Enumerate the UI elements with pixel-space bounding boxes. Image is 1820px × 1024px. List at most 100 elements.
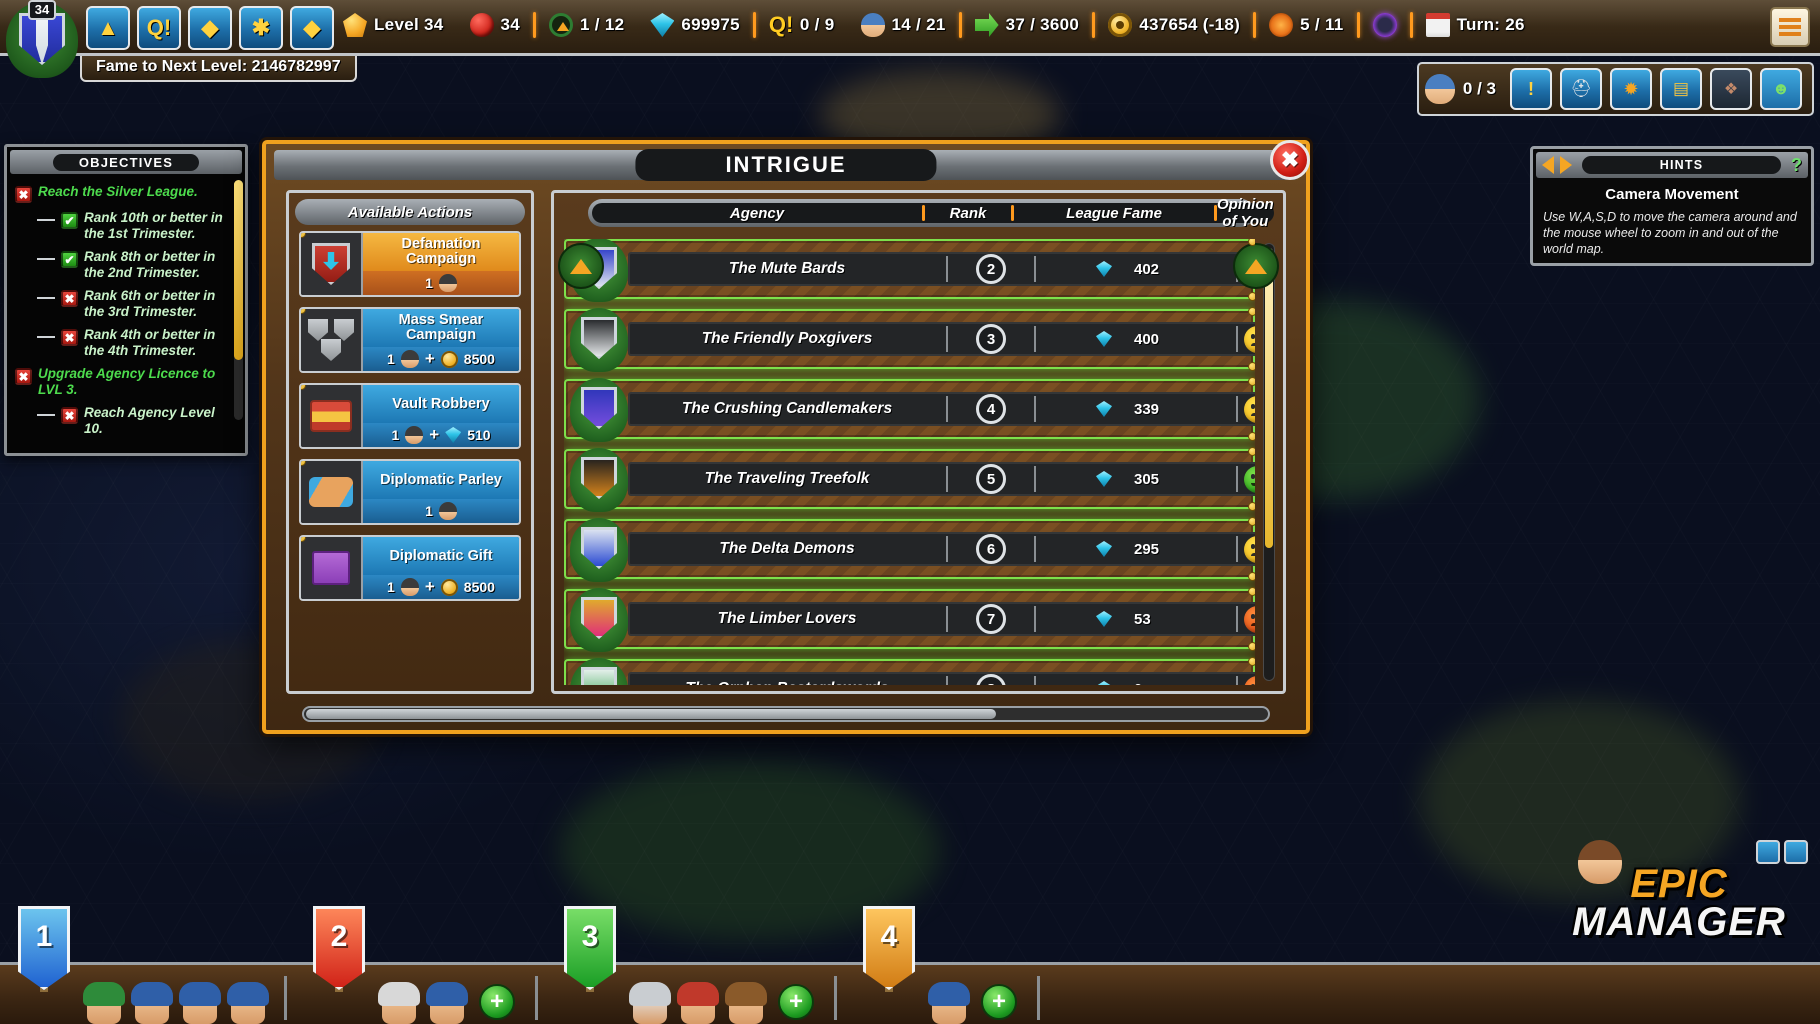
calendar-icon <box>1425 13 1450 37</box>
agent-icon <box>400 578 419 596</box>
table-row[interactable]: The Limber Lovers 7 53 Unfriendly <box>564 587 1255 652</box>
objectives-header: OBJECTIVES <box>10 150 242 174</box>
hints-header: HINTS ? <box>1536 152 1808 178</box>
inventory-button[interactable]: ◆ <box>290 6 334 50</box>
hero-icon <box>860 13 885 37</box>
hero-portrait-button[interactable]: ☻ <box>1760 68 1802 110</box>
roster-button[interactable]: ❖ <box>1710 68 1752 110</box>
party-banner[interactable]: 1 <box>14 898 74 992</box>
objective-complete-icon: ✔ <box>61 251 78 268</box>
action-icon <box>301 461 363 523</box>
menu-icon <box>1779 18 1801 36</box>
dialog-scrollbar-thumb[interactable] <box>306 709 996 719</box>
stat-gold[interactable]: 437654 (-18) <box>1095 7 1253 43</box>
table-row[interactable]: The Mute Bards2402Neutral <box>564 239 1255 302</box>
sort-right-laurel-icon[interactable] <box>1233 243 1279 289</box>
laurel-rank-button[interactable]: ▲ <box>86 6 130 50</box>
button-glyph: ✱ <box>251 15 271 40</box>
stat-label: Level 34 <box>374 15 444 34</box>
cell-rank: 2 <box>948 254 1034 284</box>
action-card[interactable]: Defamation Campaign 1 <box>299 231 521 297</box>
dialog-title: INTRIGUE <box>635 149 937 181</box>
cell-rank: 7 <box>948 604 1034 634</box>
game-logo: EPIC MANAGER <box>1554 840 1808 964</box>
stat-energy[interactable]: 5 / 11 <box>1256 7 1356 43</box>
stat-gem[interactable]: 699975 <box>637 7 753 43</box>
column-header-league-fame[interactable]: League Fame <box>1014 205 1214 222</box>
stat-hero[interactable]: 14 / 21 <box>848 7 959 43</box>
add-skill-button[interactable]: ✹ <box>1610 68 1652 110</box>
member-wide-hat[interactable] <box>424 978 470 1024</box>
cell-league-fame: 295 <box>1036 541 1236 558</box>
member-blue-cap[interactable] <box>225 978 271 1024</box>
action-card[interactable]: Diplomatic Gift 1 +8500 <box>299 535 521 601</box>
recruits-button[interactable]: ◆ <box>188 6 232 50</box>
hint-prev-icon[interactable] <box>1542 156 1554 174</box>
table-row[interactable]: The Friendly Poxgivers 3 400 Neutral <box>564 307 1255 372</box>
banner-button[interactable]: ✱ <box>239 6 283 50</box>
member-red-bandana[interactable] <box>675 978 721 1024</box>
member-blue-hood-2[interactable] <box>926 978 972 1024</box>
member-hat <box>725 982 767 1006</box>
action-card[interactable]: Mass Smear Campaign 1 +8500 <box>299 307 521 373</box>
cell-opinion: Neutral <box>1238 325 1255 353</box>
table-row[interactable]: The Orphan Bastardswords 8 0 Unfriendly <box>564 657 1255 685</box>
handshake-icon <box>309 477 353 507</box>
stat-quest[interactable]: Q! 0 / 9 <box>756 7 848 43</box>
action-agent-count: 1 <box>391 427 400 443</box>
plus-icon: + <box>429 425 440 444</box>
stat-guild-quest[interactable]: 37 / 3600 <box>962 7 1093 43</box>
help-question-icon[interactable]: ? <box>1791 155 1802 176</box>
stat-laurel[interactable]: 1 / 12 <box>536 7 637 43</box>
party-banner[interactable]: 4 <box>859 898 919 992</box>
member-silver-helm[interactable] <box>627 978 673 1024</box>
agency-crest-icon <box>570 588 628 652</box>
add-member-button[interactable]: + <box>479 984 515 1020</box>
cell-league-fame: 0 <box>1036 681 1236 685</box>
objectives-scrollbar-thumb[interactable] <box>234 180 243 360</box>
action-cost: 1 <box>363 499 519 523</box>
sort-left-laurel-icon[interactable] <box>558 243 604 289</box>
party-banner[interactable]: 3 <box>560 898 620 992</box>
add-equipment-button[interactable]: ⛑ <box>1560 68 1602 110</box>
add-member-button[interactable]: + <box>778 984 814 1020</box>
stat-prestige[interactable] <box>1360 7 1410 43</box>
action-cost-amount: 8500 <box>463 351 495 367</box>
action-card[interactable]: Diplomatic Parley 1 <box>299 459 521 525</box>
table-row[interactable]: The Delta Demons 6 295 Neutral <box>564 517 1255 582</box>
table-row[interactable]: The Crushing Candlemakers 4 339 Neutral <box>564 377 1255 442</box>
table-vertical-scrollbar[interactable] <box>1263 243 1275 681</box>
column-header-opinion[interactable]: Opinion of You <box>1217 196 1274 230</box>
action-name: Defamation Campaign <box>363 233 519 271</box>
add-quest-button[interactable]: ! <box>1510 68 1552 110</box>
member-green-hat[interactable] <box>81 978 127 1024</box>
member-blue-helm[interactable] <box>177 978 223 1024</box>
table-scrollbar-thumb[interactable] <box>1265 248 1273 548</box>
member-horned-helm[interactable] <box>376 978 422 1024</box>
quests-button[interactable]: Q! <box>137 6 181 50</box>
member-brown-hood[interactable] <box>723 978 769 1024</box>
member-hat <box>928 982 970 1006</box>
column-header-agency[interactable]: Agency <box>592 205 922 222</box>
stat-label: 1 / 12 <box>580 15 625 34</box>
row-cells: The Friendly Poxgivers 3 400 Neutral <box>628 322 1255 356</box>
menu-button[interactable] <box>1770 7 1810 47</box>
stat-reputation[interactable]: 34 <box>457 7 534 43</box>
objective-item: ✖ Rank 6th or better in the 3rd Trimester… <box>15 288 235 320</box>
agency-crest[interactable]: 34 <box>6 0 78 78</box>
stat-label: 37 / 3600 <box>1005 15 1080 34</box>
close-icon[interactable]: ✖ <box>1270 140 1310 180</box>
hint-next-icon[interactable] <box>1560 156 1572 174</box>
member-blue-hood[interactable] <box>129 978 175 1024</box>
caravan-button[interactable]: ▤ <box>1660 68 1702 110</box>
dialog-horizontal-scrollbar[interactable] <box>302 706 1270 722</box>
objective-dash <box>37 219 55 221</box>
table-row[interactable]: The Traveling Treefolk 5 305 Friendly <box>564 447 1255 512</box>
action-card[interactable]: Vault Robbery 1 +510 <box>299 383 521 449</box>
stat-calendar[interactable]: Turn: 26 <box>1413 7 1538 43</box>
stat-fame[interactable]: Level 34 <box>330 7 457 43</box>
party-banner[interactable]: 2 <box>309 898 369 992</box>
mass-smear-shields-icon <box>308 319 354 361</box>
column-header-rank[interactable]: Rank <box>925 205 1011 222</box>
add-member-button[interactable]: + <box>981 984 1017 1020</box>
